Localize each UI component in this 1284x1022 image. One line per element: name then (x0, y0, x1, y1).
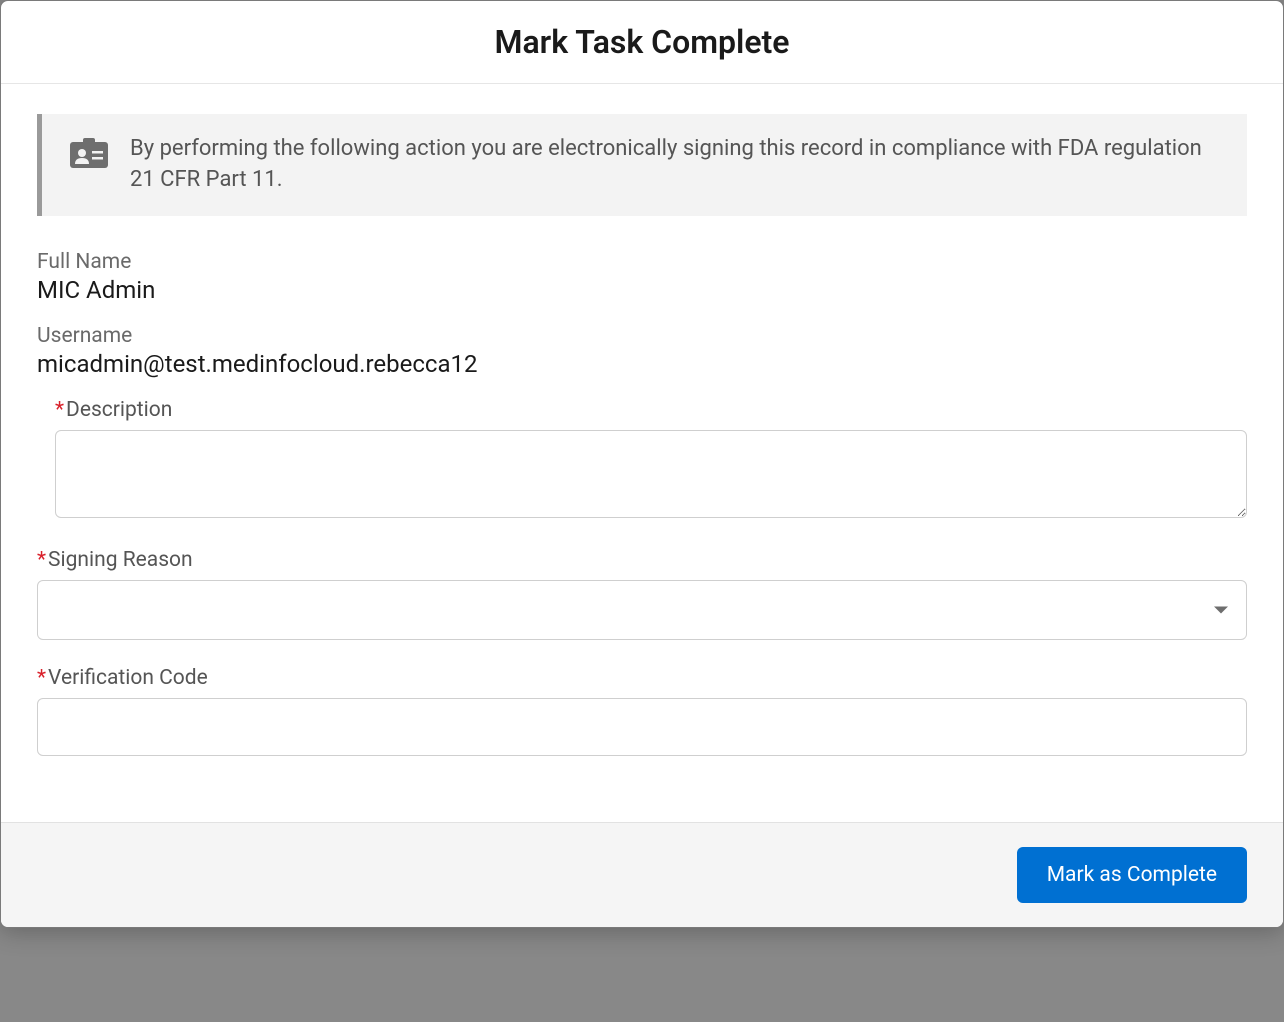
description-group: *Description (37, 398, 1247, 522)
signing-reason-select[interactable] (37, 580, 1247, 640)
required-asterisk: * (55, 398, 64, 422)
modal-footer: Mark as Complete (1, 822, 1283, 927)
full-name-group: Full Name MIC Admin (37, 250, 1247, 304)
verification-code-input[interactable] (37, 698, 1247, 756)
username-label: Username (37, 324, 1247, 348)
verification-code-label: *Verification Code (37, 666, 1247, 690)
id-badge-icon (70, 134, 108, 172)
mark-task-complete-modal: Mark Task Complete By performing the fol… (0, 0, 1284, 928)
compliance-banner: By performing the following action you a… (37, 114, 1247, 216)
required-asterisk: * (37, 548, 46, 572)
description-input[interactable] (55, 430, 1247, 518)
description-label: *Description (55, 398, 1247, 422)
required-asterisk: * (37, 666, 46, 690)
username-value: micadmin@test.medinfocloud.rebecca12 (37, 350, 1247, 378)
signing-reason-label: *Signing Reason (37, 548, 1247, 572)
modal-body: By performing the following action you a… (1, 84, 1283, 822)
username-group: Username micadmin@test.medinfocloud.rebe… (37, 324, 1247, 378)
compliance-banner-text: By performing the following action you a… (130, 134, 1219, 196)
full-name-label: Full Name (37, 250, 1247, 274)
modal-header: Mark Task Complete (1, 1, 1283, 84)
modal-title: Mark Task Complete (21, 23, 1263, 61)
signing-reason-group: *Signing Reason (37, 548, 1247, 640)
mark-as-complete-button[interactable]: Mark as Complete (1017, 847, 1247, 903)
verification-code-group: *Verification Code (37, 666, 1247, 756)
full-name-value: MIC Admin (37, 276, 1247, 304)
